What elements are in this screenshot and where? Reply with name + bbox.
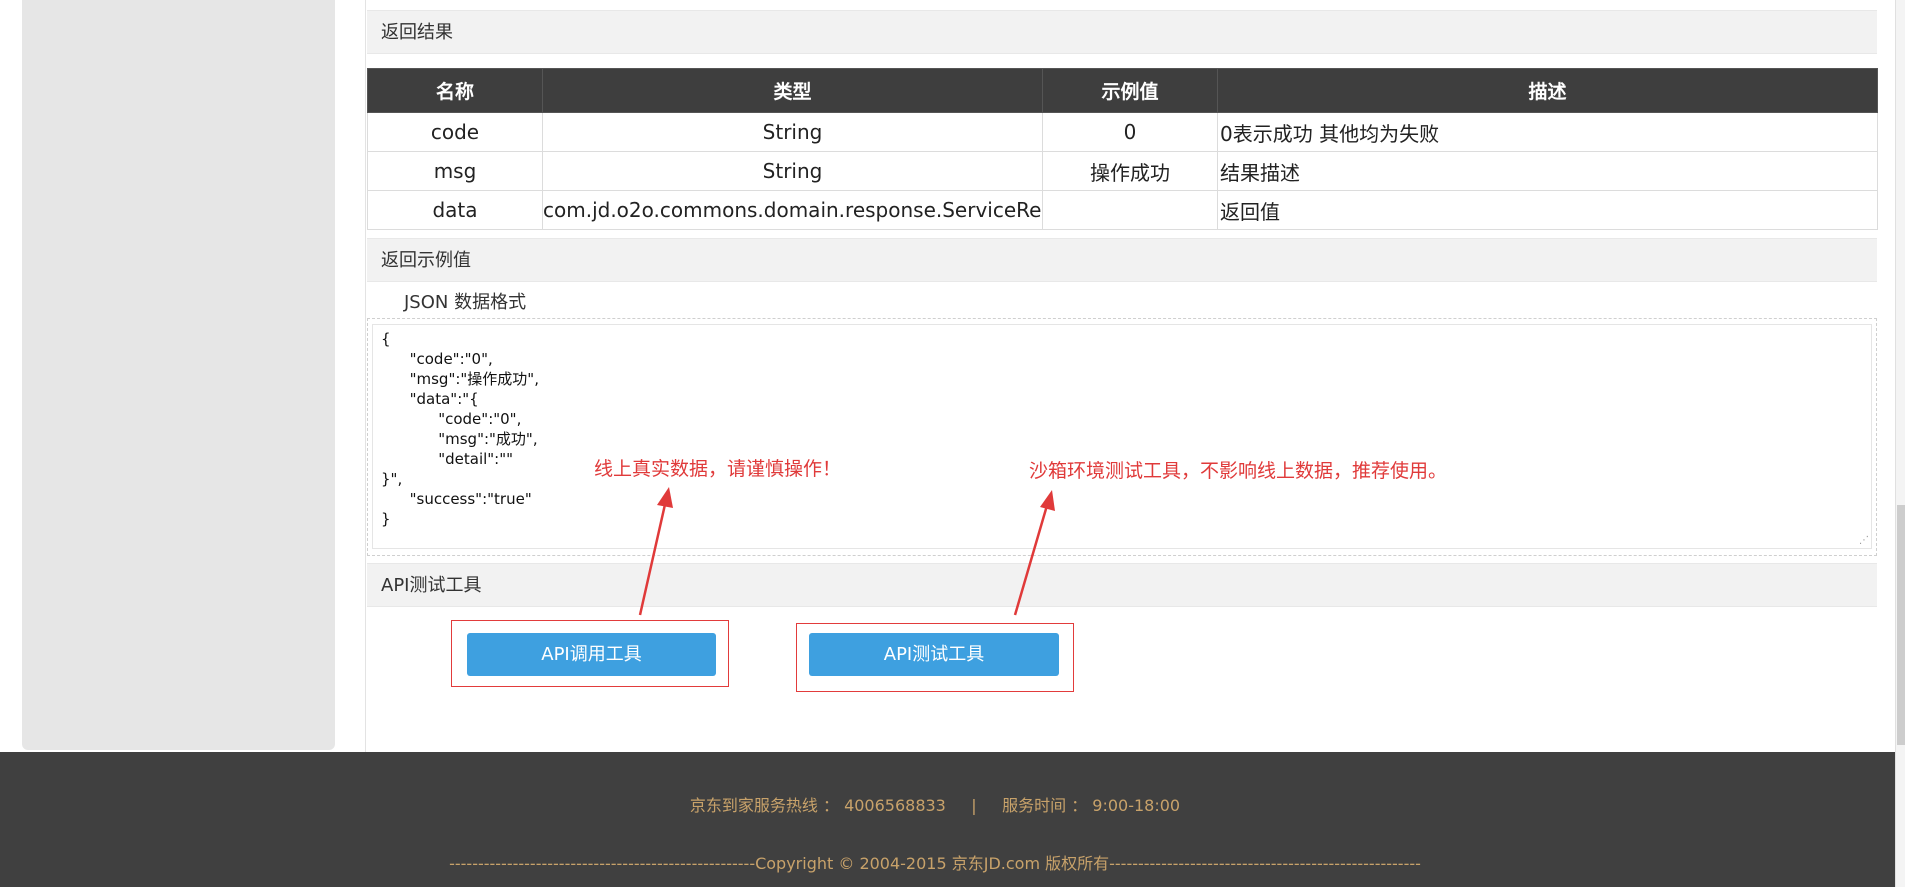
json-format-label: JSON 数据格式 <box>404 292 527 313</box>
scrollbar-thumb[interactable] <box>1897 505 1905 745</box>
cell-example: 操作成功 <box>1042 151 1218 191</box>
return-result-table: 名称 类型 示例值 描述 code String 0 0表示成功 其他均为失败 … <box>367 68 1878 230</box>
footer-hotline: 京东到家服务热线 ： 4006568833 | 服务时间 ： 9:00-18:0… <box>689 796 1181 815</box>
table-row: code String 0 0表示成功 其他均为失败 <box>367 112 1878 152</box>
table-header-row: 名称 类型 示例值 描述 <box>367 68 1878 113</box>
api-test-tool-button[interactable]: API测试工具 <box>809 633 1059 676</box>
column-header-description: 描述 <box>1217 68 1878 113</box>
cell-type: com.jd.o2o.commons.domain.response.Servi… <box>542 190 1043 230</box>
table-row: data com.jd.o2o.commons.domain.response.… <box>367 190 1878 230</box>
annotation-production-warning: 线上真实数据，请谨慎操作！ <box>594 458 842 480</box>
cell-type: String <box>542 151 1043 191</box>
cell-example: 0 <box>1042 112 1218 152</box>
cell-name: data <box>367 190 543 230</box>
footer-copyright: ----------------------------------------… <box>449 854 1421 873</box>
section-header-return-example: 返回示例值 <box>367 238 1877 282</box>
page-footer: 京东到家服务热线 ： 4006568833 | 服务时间 ： 9:00-18:0… <box>0 752 1895 887</box>
column-header-type: 类型 <box>542 68 1043 113</box>
cell-name: code <box>367 112 543 152</box>
json-example-box: { "code":"0", "msg":"操作成功", "data":"{ "c… <box>367 318 1877 556</box>
cell-type: String <box>542 112 1043 152</box>
column-header-example: 示例值 <box>1042 68 1218 113</box>
section-header-return-result: 返回结果 <box>367 10 1877 54</box>
annotation-sandbox-note: 沙箱环境测试工具，不影响线上数据，推荐使用。 <box>1029 460 1448 482</box>
json-example-content: { "code":"0", "msg":"操作成功", "data":"{ "c… <box>381 330 539 528</box>
cell-description: 返回值 <box>1217 190 1878 230</box>
cell-description: 0表示成功 其他均为失败 <box>1217 112 1878 152</box>
cell-example <box>1042 190 1218 230</box>
resize-grip-icon[interactable]: ⋰ <box>1859 536 1869 546</box>
cell-description: 结果描述 <box>1217 151 1878 191</box>
left-sidebar <box>22 0 335 750</box>
json-example-textarea[interactable]: { "code":"0", "msg":"操作成功", "data":"{ "c… <box>372 324 1872 549</box>
vertical-scrollbar[interactable] <box>1895 0 1905 887</box>
section-header-api-tools: API测试工具 <box>367 563 1877 607</box>
cell-name: msg <box>367 151 543 191</box>
column-header-name: 名称 <box>367 68 543 113</box>
api-call-tool-button[interactable]: API调用工具 <box>467 633 716 676</box>
table-row: msg String 操作成功 结果描述 <box>367 151 1878 191</box>
